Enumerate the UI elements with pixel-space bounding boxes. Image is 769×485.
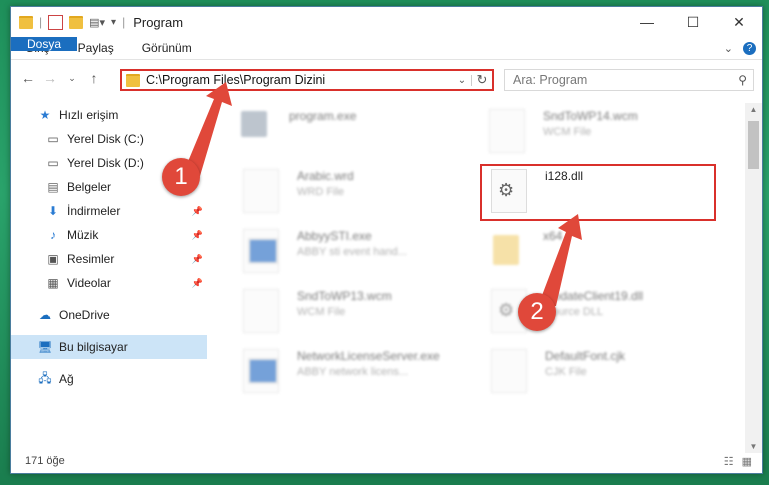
annotation-arrows [182,82,582,306]
arrow-2 [538,214,582,306]
step-badge-1: 1 [162,158,200,196]
step-badge-2: 2 [518,293,556,331]
